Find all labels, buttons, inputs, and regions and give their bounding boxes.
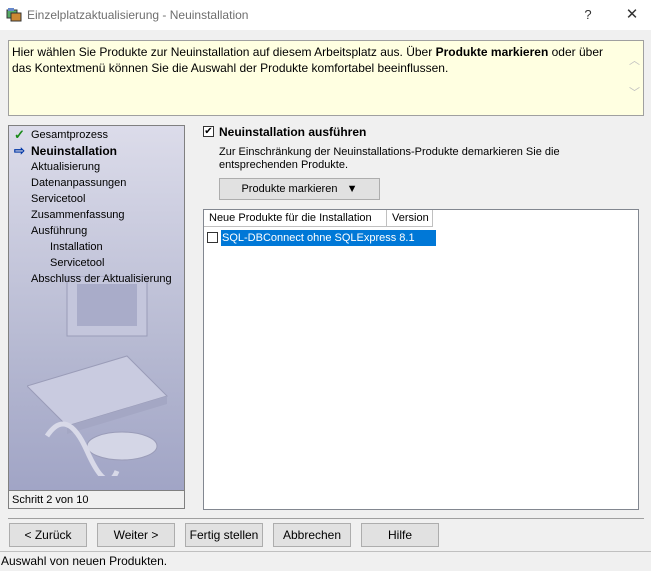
wizard-step: Aktualisierung: [31, 161, 101, 173]
product-row-checkbox[interactable]: [207, 232, 218, 243]
mark-products-button[interactable]: Produkte markieren ▼: [219, 178, 380, 200]
close-icon[interactable]: ✕: [618, 4, 646, 26]
hint-text: Zur Einschränkung der Neuinstallations-P…: [219, 146, 560, 171]
next-button[interactable]: Weiter >: [97, 523, 175, 547]
window-title: Einzelplatzaktualisierung - Neuinstallat…: [27, 8, 249, 22]
run-install-label[interactable]: Neuinstallation ausführen: [219, 125, 366, 139]
wizard-step: Servicetool: [50, 257, 105, 269]
product-list[interactable]: Neue Produkte für die Installation Versi…: [203, 209, 639, 510]
info-scrollbar[interactable]: ︿ ﹀: [626, 41, 643, 115]
separator: [8, 518, 644, 519]
wizard-step: Zusammenfassung: [31, 209, 125, 221]
step-counter: Schritt 2 von 10: [9, 490, 184, 508]
title-bar: Einzelplatzaktualisierung - Neuinstallat…: [0, 0, 651, 30]
wizard-step: Datenanpassungen: [31, 177, 127, 189]
wizard-step: Ausführung: [31, 225, 88, 237]
computer-illustration: [27, 276, 168, 476]
back-button[interactable]: < Zurück: [9, 523, 87, 547]
help-icon[interactable]: ?: [574, 4, 602, 26]
run-install-checkbox[interactable]: ✔: [203, 126, 214, 137]
wizard-steps-panel: ✓ Gesamtprozess ⇨ Neuinstallation Aktualisie…: [8, 125, 185, 509]
dropdown-arrow-icon: ▼: [346, 183, 358, 195]
scroll-up-icon[interactable]: ︿: [626, 53, 643, 70]
scroll-down-icon[interactable]: ﹀: [626, 85, 643, 102]
wizard-step: Neuinstallation: [31, 144, 118, 158]
info-bold: Produkte markieren: [435, 45, 549, 59]
cancel-button[interactable]: Abbrechen: [273, 523, 351, 547]
column-header-product[interactable]: Neue Produkte für die Installation: [204, 210, 387, 227]
check-icon: ✓: [14, 127, 25, 142]
wizard-step: Gesamtprozess: [31, 129, 109, 141]
app-icon: [6, 8, 22, 22]
product-row[interactable]: SQL-DBConnect ohne SQLExpress 8.1: [221, 230, 436, 246]
mark-products-label: Produkte markieren: [241, 183, 338, 195]
help-button[interactable]: Hilfe: [361, 523, 439, 547]
wizard-step: Abschluss der Aktualisierung: [31, 273, 172, 285]
wizard-step: Installation: [50, 241, 103, 253]
current-step-arrow-icon: ⇨: [14, 143, 25, 158]
finish-button[interactable]: Fertig stellen: [185, 523, 263, 547]
info-panel: Hier wählen Sie Produkte zur Neuinstalla…: [8, 40, 644, 116]
info-text: Hier wählen Sie Produkte zur Neuinstalla…: [12, 45, 603, 75]
column-header-version[interactable]: Version: [387, 210, 433, 227]
status-bar: Auswahl von neuen Produkten.: [0, 551, 651, 571]
wizard-step: Servicetool: [31, 193, 86, 205]
